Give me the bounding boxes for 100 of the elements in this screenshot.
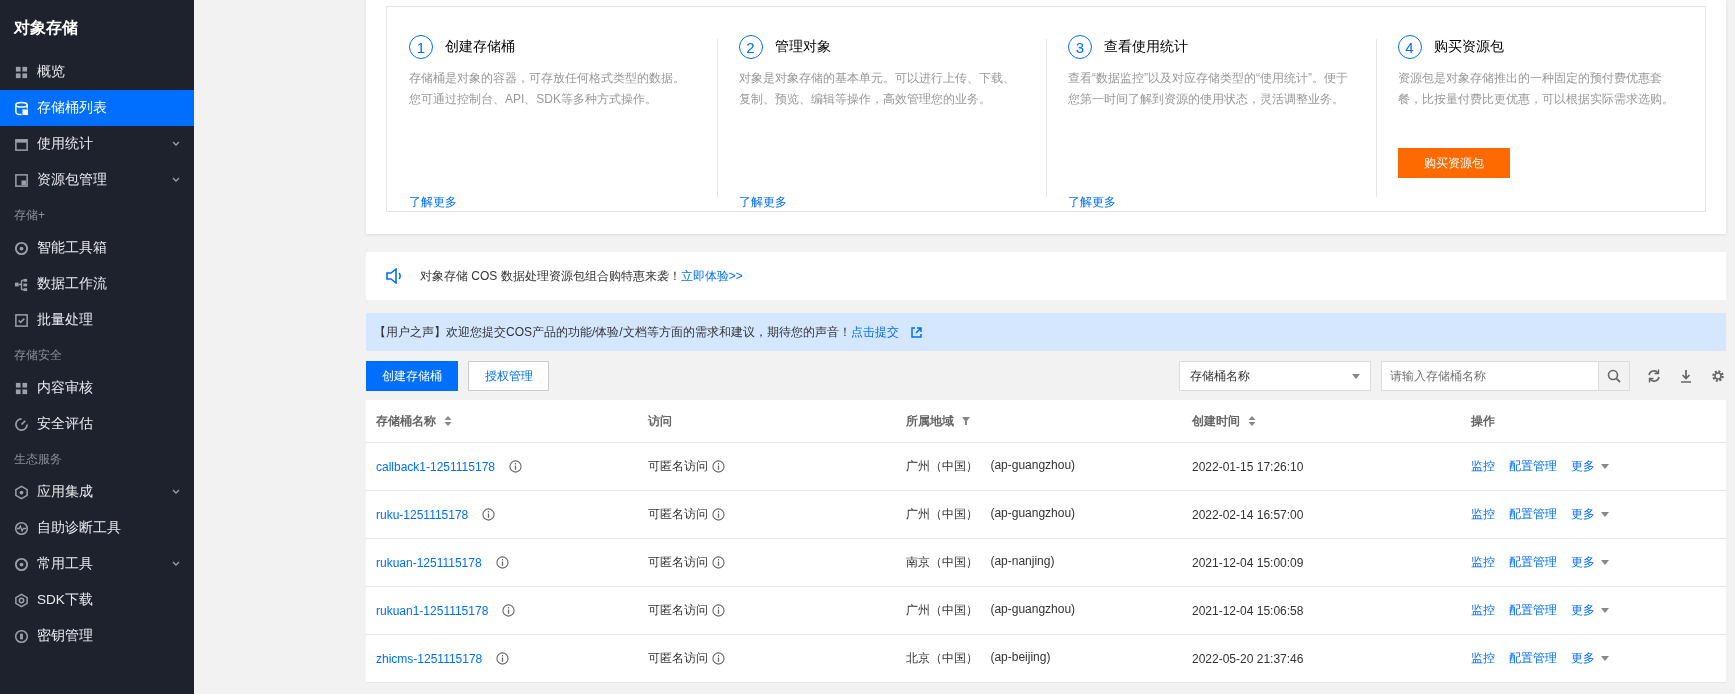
sidebar-item[interactable]: 数据工作流 bbox=[0, 266, 194, 302]
info-icon[interactable] bbox=[482, 508, 496, 521]
sidebar-item[interactable]: 安全评估 bbox=[0, 406, 194, 442]
sort-icon[interactable] bbox=[444, 416, 452, 426]
sidebar-section-heading: 存储安全 bbox=[14, 347, 62, 364]
calendar-icon bbox=[14, 136, 29, 152]
filter-icon[interactable] bbox=[962, 416, 971, 426]
sidebar-item[interactable]: 常用工具 bbox=[0, 546, 194, 582]
settings-icon[interactable] bbox=[1710, 368, 1726, 384]
step-description: 存储桶是对象的容器，可存放任何格式类型的数据。您可通过控制台、API、SDK等多种方式操作。 bbox=[409, 70, 686, 108]
download-icon[interactable] bbox=[1678, 368, 1694, 384]
action-link[interactable]: 配置管理 bbox=[1508, 554, 1557, 571]
region-cell: 广州（中国） bbox=[906, 458, 979, 475]
bucket-name-link[interactable]: rukuan1-1251115178 bbox=[376, 603, 489, 618]
learn-more-link[interactable]: 了解更多 bbox=[738, 195, 787, 209]
info-icon[interactable] bbox=[495, 556, 509, 569]
search-field[interactable]: 请输入存储桶名称 bbox=[1381, 361, 1598, 391]
info-icon[interactable] bbox=[712, 652, 725, 665]
info-icon[interactable] bbox=[712, 556, 725, 569]
action-link[interactable]: 监控 bbox=[1470, 650, 1495, 667]
action-link[interactable]: 配置管理 bbox=[1508, 458, 1557, 475]
step-description: 对象是对象存储的基本单元。可以进行上传、下载、复制、预览、编辑等操作，高效管理您的业务。 bbox=[738, 70, 1016, 108]
more-dropdown[interactable]: 更多 bbox=[1570, 506, 1609, 523]
more-dropdown[interactable]: 更多 bbox=[1570, 650, 1609, 667]
action-link[interactable]: 配置管理 bbox=[1508, 650, 1557, 667]
region-cell: 北京（中国） bbox=[906, 650, 979, 667]
bucket-name-link[interactable]: rukuan-1251115178 bbox=[376, 555, 482, 570]
buy-package-button[interactable]: 购买资源包 bbox=[1397, 148, 1510, 178]
learn-more-link[interactable]: 了解更多 bbox=[409, 195, 457, 209]
chevron-icon[interactable] bbox=[172, 177, 180, 183]
column-header[interactable]: 所属地域 bbox=[906, 412, 971, 430]
sidebar-item[interactable]: 概览 bbox=[0, 54, 194, 90]
info-icon[interactable] bbox=[712, 460, 725, 473]
region-cell: 广州（中国） bbox=[906, 506, 979, 523]
create-bucket-button[interactable]: 创建存储桶 bbox=[366, 361, 458, 391]
refresh-icon[interactable] bbox=[1646, 368, 1662, 384]
region-code-cell-text: (ap-guangzhou) bbox=[990, 458, 1076, 474]
action-link[interactable]: 监控 bbox=[1470, 554, 1495, 571]
speaker-icon bbox=[386, 268, 404, 284]
sidebar-section-heading: 存储+ bbox=[14, 207, 45, 224]
sidebar-item[interactable]: 智能工具箱 bbox=[0, 230, 194, 266]
action-link[interactable]: 配置管理 bbox=[1508, 602, 1557, 619]
more-dropdown[interactable]: 更多 bbox=[1570, 602, 1609, 619]
sidebar-item[interactable]: 存储桶列表 bbox=[0, 90, 194, 126]
checkbox-icon bbox=[14, 312, 29, 328]
info-icon[interactable] bbox=[712, 604, 725, 617]
action-link[interactable]: 监控 bbox=[1470, 458, 1495, 475]
access-cell: 可匿名访问 bbox=[648, 506, 708, 523]
sidebar-item[interactable]: 应用集成 bbox=[0, 474, 194, 510]
external-link-icon[interactable] bbox=[910, 326, 922, 338]
chevron-icon[interactable] bbox=[172, 141, 180, 147]
action-link[interactable]: 配置管理 bbox=[1508, 506, 1557, 523]
permission-button[interactable]: 授权管理 bbox=[468, 361, 549, 391]
more-dropdown[interactable]: 更多 bbox=[1570, 554, 1609, 571]
region-cell: 广州（中国） bbox=[906, 602, 979, 619]
caret-icon bbox=[1352, 373, 1360, 379]
access-cell: 可匿名访问 bbox=[648, 554, 708, 571]
bucket-name-link[interactable]: ruku-1251115178 bbox=[376, 507, 469, 522]
region-cell: 南京（中国） bbox=[906, 554, 979, 571]
sidebar-title: 对象存储 bbox=[12, 18, 79, 38]
sidebar-item[interactable]: 使用统计 bbox=[0, 126, 194, 162]
step-title: 购买资源包 bbox=[1433, 38, 1504, 56]
created-time-cell: 2021-12-04 15:00:09 bbox=[1192, 555, 1304, 570]
step-title: 创建存储桶 bbox=[445, 38, 515, 56]
feedback-link[interactable]: 点击提交 bbox=[850, 324, 899, 339]
sidebar-item[interactable]: SDK下载 bbox=[0, 582, 194, 618]
sidebar-item[interactable]: 内容审核 bbox=[0, 370, 194, 406]
caret-icon bbox=[1600, 608, 1609, 613]
action-link[interactable]: 监控 bbox=[1470, 602, 1495, 619]
info-icon[interactable] bbox=[509, 460, 522, 473]
created-time-cell: 2021-12-04 15:06:58 bbox=[1192, 603, 1304, 618]
notice-link[interactable]: 立即体验>> bbox=[680, 268, 743, 283]
action-link[interactable]: 监控 bbox=[1470, 506, 1495, 523]
bucket-name-link[interactable]: zhicms-1251115178 bbox=[376, 651, 483, 666]
caret-icon bbox=[1600, 464, 1609, 469]
caret-icon bbox=[1600, 656, 1609, 661]
chevron-icon[interactable] bbox=[172, 489, 180, 495]
info-icon[interactable] bbox=[502, 604, 516, 617]
learn-more-link[interactable]: 了解更多 bbox=[1068, 195, 1116, 209]
chevron-icon[interactable] bbox=[172, 561, 180, 567]
sidebar-item[interactable]: 批量处理 bbox=[0, 302, 194, 338]
info-icon[interactable] bbox=[496, 652, 510, 665]
created-time-cell: 2022-02-14 16:57:00 bbox=[1192, 507, 1304, 522]
search-button[interactable] bbox=[1598, 361, 1630, 391]
bucket-name-link[interactable]: callback1-1251115178 bbox=[376, 459, 495, 474]
sidebar-item[interactable]: 资源包管理 bbox=[0, 162, 194, 198]
column-header[interactable]: 存储桶名称 bbox=[376, 412, 452, 430]
sidebar-item[interactable]: 密钥管理 bbox=[0, 618, 194, 654]
sort-icon[interactable] bbox=[1248, 416, 1256, 426]
step-title: 管理对象 bbox=[774, 38, 831, 56]
column-header: 操作 bbox=[1470, 412, 1495, 430]
info-icon[interactable] bbox=[712, 508, 725, 521]
filter-select[interactable]: 存储桶名称 bbox=[1179, 361, 1371, 391]
access-cell: 可匿名访问 bbox=[648, 602, 708, 619]
more-dropdown[interactable]: 更多 bbox=[1570, 458, 1609, 475]
sidebar-item[interactable]: 自助诊断工具 bbox=[0, 510, 194, 546]
target-icon bbox=[14, 240, 29, 256]
column-header[interactable]: 创建时间 bbox=[1192, 412, 1256, 430]
feedback-text: 【用户之声】欢迎您提交COS产品的功能/体验/文档等方面的需求和建议，期待您的声音！点击提交 bbox=[374, 323, 899, 341]
caret-icon bbox=[1600, 560, 1609, 565]
